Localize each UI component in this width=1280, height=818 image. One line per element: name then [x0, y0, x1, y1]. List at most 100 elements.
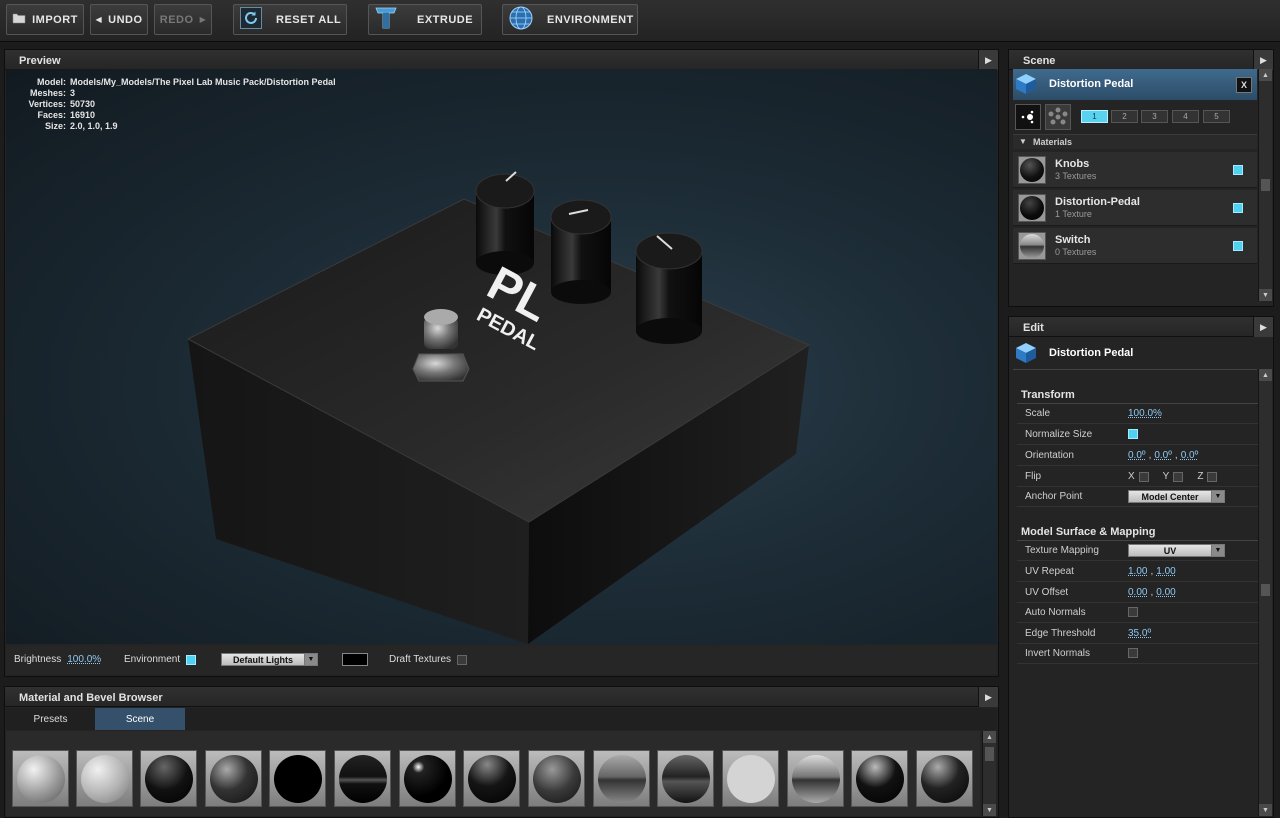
material-swatch-list	[6, 731, 980, 816]
material-swatch[interactable]	[787, 750, 844, 807]
preview-footer: Brightness 100.0% Environment Default Li…	[6, 646, 997, 674]
material-visible-checkbox[interactable]	[1233, 241, 1243, 251]
material-swatch[interactable]	[399, 750, 456, 807]
auto-normals-checkbox[interactable]	[1128, 607, 1138, 617]
material-visible-checkbox[interactable]	[1233, 165, 1243, 175]
material-swatch[interactable]	[334, 750, 391, 807]
flip-y-checkbox[interactable]	[1173, 471, 1184, 482]
undo-button[interactable]: ◀ UNDO	[90, 4, 148, 35]
tab-scene[interactable]: Scene	[95, 708, 185, 730]
tab-presets[interactable]: Presets	[6, 708, 95, 730]
scale-value[interactable]: 100.0%	[1128, 408, 1162, 419]
invert-normals-checkbox[interactable]	[1128, 648, 1138, 658]
chevron-down-icon: ▼	[1211, 545, 1224, 556]
flip-x-checkbox[interactable]	[1138, 471, 1149, 482]
orientation-row: Orientation 0.0º, 0.0º, 0.0º	[1017, 446, 1258, 466]
material-item-distortion-pedal[interactable]: Distortion-Pedal 1 Texture	[1013, 190, 1257, 226]
scene-scrollbar[interactable]: ▲ ▼	[1258, 69, 1272, 301]
orientation-x-value[interactable]: 0.0º	[1128, 450, 1146, 461]
material-item-knobs[interactable]: Knobs 3 Textures	[1013, 152, 1257, 188]
extrude-icon	[375, 6, 397, 33]
scroll-thumb[interactable]	[1261, 179, 1270, 191]
edit-title: Edit	[1023, 322, 1044, 334]
material-swatch[interactable]	[269, 750, 326, 807]
object-mode-button[interactable]	[1015, 104, 1041, 130]
knob-middle	[550, 199, 612, 304]
preview-collapse-icon[interactable]: ▶	[978, 50, 998, 70]
uv-offset-v-value[interactable]: 0.00	[1156, 587, 1175, 598]
uv-offset-row: UV Offset 0.00, 0.00	[1017, 583, 1258, 603]
scale-row: Scale 100.0%	[1017, 404, 1258, 424]
scene-collapse-icon[interactable]: ▶	[1253, 50, 1273, 70]
group-mode-button[interactable]	[1045, 104, 1071, 130]
material-item-switch[interactable]: Switch 0 Textures	[1013, 228, 1257, 264]
edge-threshold-row: Edge Threshold 35.0º	[1017, 624, 1258, 644]
close-button[interactable]: X	[1236, 77, 1252, 93]
material-swatch[interactable]	[851, 750, 908, 807]
edit-collapse-icon[interactable]: ▶	[1253, 317, 1273, 337]
redo-button[interactable]: REDO ▶	[154, 4, 212, 35]
scroll-down-icon[interactable]: ▼	[983, 804, 996, 816]
invert-normals-row: Invert Normals	[1017, 644, 1258, 664]
chevron-left-icon: ◀	[95, 15, 103, 24]
material-swatch[interactable]	[205, 750, 262, 807]
brightness-value[interactable]: 100.0%	[67, 654, 101, 665]
anchor-point-row: Anchor Point Model Center ▼	[1017, 487, 1258, 507]
globe-icon	[509, 6, 533, 33]
scroll-thumb[interactable]	[1261, 584, 1270, 596]
material-swatch[interactable]	[657, 750, 714, 807]
scene-title: Scene	[1023, 55, 1056, 67]
lights-select[interactable]: Default Lights ▼	[221, 653, 318, 666]
scroll-up-icon[interactable]: ▲	[1259, 369, 1272, 381]
material-browser-header: Material and Bevel Browser ▶	[5, 687, 998, 707]
uv-repeat-v-value[interactable]: 1.00	[1156, 566, 1175, 577]
material-browser-collapse-icon[interactable]: ▶	[978, 687, 998, 707]
draft-textures-checkbox[interactable]	[457, 654, 468, 665]
material-visible-checkbox[interactable]	[1233, 203, 1243, 213]
orientation-z-value[interactable]: 0.0º	[1181, 450, 1199, 461]
orientation-y-value[interactable]: 0.0º	[1154, 450, 1172, 461]
environment-button[interactable]: ENVIRONMENT	[502, 4, 638, 35]
scroll-down-icon[interactable]: ▼	[1259, 289, 1272, 301]
texture-mapping-select[interactable]: UV ▼	[1128, 544, 1225, 557]
flip-z-checkbox[interactable]	[1207, 471, 1218, 482]
material-swatch[interactable]	[140, 750, 197, 807]
layer-button-3[interactable]: 3	[1141, 110, 1168, 123]
normalize-size-checkbox[interactable]	[1128, 429, 1138, 439]
reset-icon	[240, 7, 262, 32]
extrude-button[interactable]: EXTRUDE	[368, 4, 482, 35]
surface-section-label: Model Surface & Mapping	[1021, 526, 1156, 538]
scroll-thumb[interactable]	[985, 747, 994, 761]
edge-threshold-value[interactable]: 35.0º	[1128, 628, 1151, 639]
material-swatch[interactable]	[593, 750, 650, 807]
preview-viewport[interactable]: PL PEDAL Model: Models/My_Models/The Pixe…	[6, 69, 997, 644]
reset-all-button[interactable]: RESET ALL	[233, 4, 347, 35]
material-browser-scrollbar[interactable]: ▲ ▼	[982, 731, 996, 816]
scroll-down-icon[interactable]: ▼	[1259, 804, 1272, 816]
layer-button-1[interactable]: 1	[1081, 110, 1108, 123]
toolbar: IMPORT ◀ UNDO REDO ▶ RESET ALL EXTRUDE E…	[0, 0, 1280, 42]
edit-scrollbar[interactable]: ▲ ▼	[1258, 369, 1272, 816]
layer-button-2[interactable]: 2	[1111, 110, 1138, 123]
import-button[interactable]: IMPORT	[6, 4, 84, 35]
anchor-point-select[interactable]: Model Center ▼	[1128, 490, 1225, 503]
knob-right	[635, 232, 703, 344]
material-browser-tabs: Presets Scene	[6, 708, 997, 730]
environment-checkbox[interactable]	[186, 654, 197, 665]
material-swatch[interactable]	[76, 750, 133, 807]
scroll-up-icon[interactable]: ▲	[983, 731, 996, 743]
material-swatch[interactable]	[722, 750, 779, 807]
layer-button-4[interactable]: 4	[1172, 110, 1199, 123]
scroll-up-icon[interactable]: ▲	[1259, 69, 1272, 81]
layer-button-5[interactable]: 5	[1203, 110, 1230, 123]
uv-repeat-u-value[interactable]: 1.00	[1128, 566, 1147, 577]
chevron-right-icon: ▶	[199, 15, 207, 24]
draft-textures-toggle: Draft Textures	[389, 654, 468, 665]
material-swatch[interactable]	[12, 750, 69, 807]
uv-offset-u-value[interactable]: 0.00	[1128, 587, 1147, 598]
materials-label: Materials	[1033, 137, 1073, 147]
material-swatch[interactable]	[528, 750, 585, 807]
material-swatch[interactable]	[463, 750, 520, 807]
background-color-swatch[interactable]	[342, 653, 368, 666]
material-swatch[interactable]	[916, 750, 973, 807]
